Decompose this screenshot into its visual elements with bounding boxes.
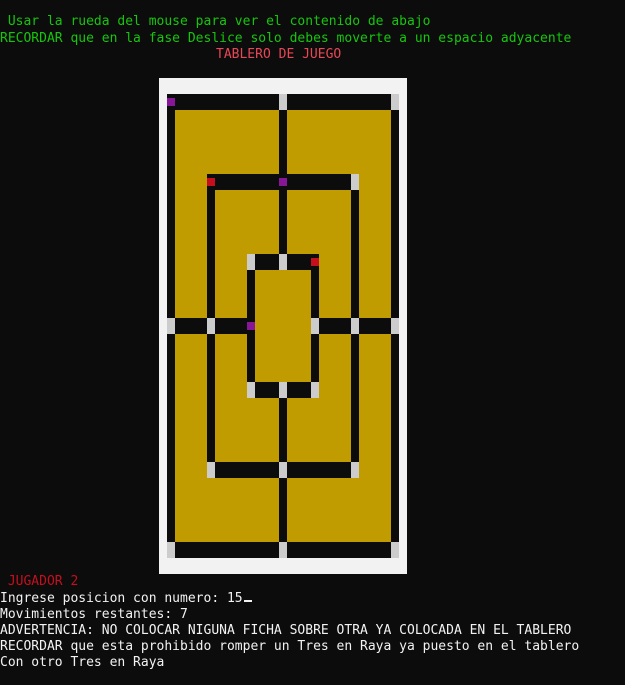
warning-text: ADVERTENCIA: NO COLOCAR NIGUNA FICHA SOB… xyxy=(0,623,572,638)
board-node-outer-bottom-mid xyxy=(279,542,287,558)
game-piece-outer-top-left xyxy=(167,98,175,106)
board-node-inner-bottom-left xyxy=(247,382,255,398)
current-player-label: JUGADOR 2 xyxy=(0,574,79,589)
game-piece-inner-mid-left xyxy=(247,322,255,330)
slide-phase-hint: RECORDAR que en la fase Deslice solo deb… xyxy=(0,31,572,46)
board-canvas xyxy=(167,94,399,558)
board-node-outer-mid-right xyxy=(391,318,399,334)
board-node-inner-bottom-right xyxy=(311,382,319,398)
board-node-inner-mid-right xyxy=(311,318,319,334)
board-node-inner-bottom-mid xyxy=(279,382,287,398)
board-node-middle-top-right xyxy=(351,174,359,190)
board-node-outer-mid-left xyxy=(167,318,175,334)
board-node-middle-mid-left xyxy=(207,318,215,334)
position-prompt: Ingrese posicion con numero: 15 xyxy=(0,591,252,607)
scroll-hint: Usar la rueda del mouse para ver el cont… xyxy=(0,14,431,29)
board-node-middle-mid-right xyxy=(351,318,359,334)
position-input[interactable]: 15 xyxy=(227,591,243,606)
board-node-outer-bottom-right xyxy=(391,542,399,558)
board-node-middle-bottom-right xyxy=(351,462,359,478)
prompt-label: Ingrese posicion con numero: xyxy=(0,591,227,606)
board-node-middle-bottom-mid xyxy=(279,462,287,478)
moves-remaining: Movimientos restantes: 7 xyxy=(0,607,188,622)
board-node-inner-top-left xyxy=(247,254,255,270)
game-piece-middle-top-left xyxy=(207,178,215,186)
text-cursor xyxy=(243,600,252,602)
board-node-outer-bottom-left xyxy=(167,542,175,558)
game-board xyxy=(159,78,407,574)
board-node-outer-top-right xyxy=(391,94,399,110)
board-node-inner-top-mid xyxy=(279,254,287,270)
game-piece-inner-top-right xyxy=(311,258,319,266)
reminder-text-continued: Con otro Tres en Raya xyxy=(0,655,165,670)
board-title: TABLERO DE JUEGO xyxy=(216,47,342,62)
board-node-middle-bottom-left xyxy=(207,462,215,478)
reminder-text: RECORDAR que esta prohibido romper un Tr… xyxy=(0,639,580,654)
board-node-outer-top-mid xyxy=(279,94,287,110)
game-piece-middle-top-mid xyxy=(279,178,287,186)
